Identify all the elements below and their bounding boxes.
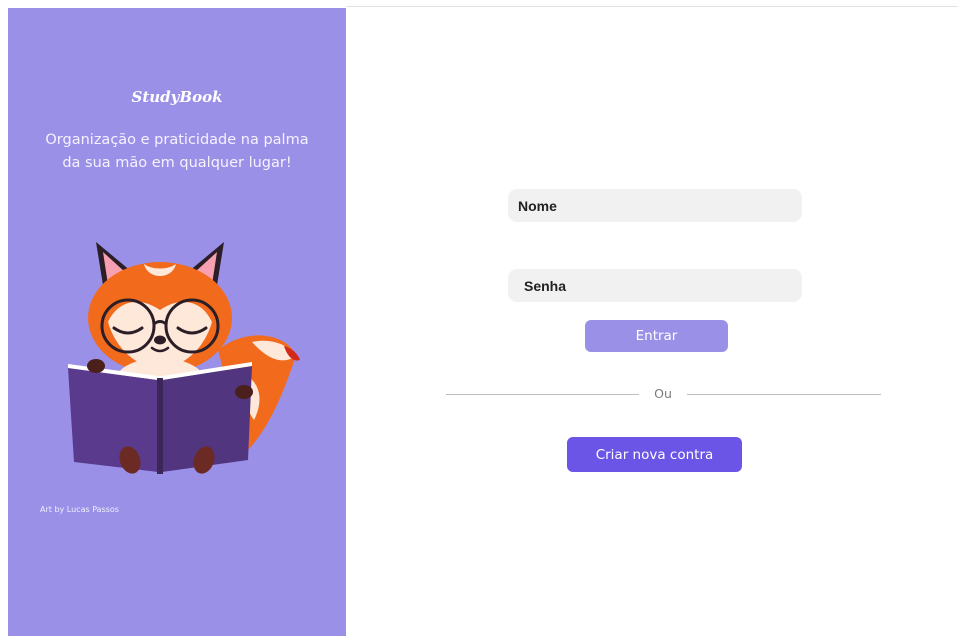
book-icon (68, 362, 252, 474)
brand-tagline: Organização e praticidade na palma da su… (45, 132, 309, 171)
login-page: StudyBook Organização e praticidade na p… (0, 0, 958, 636)
divider-line-right (687, 394, 881, 395)
art-credit: Art by Lucas Passos (40, 505, 119, 514)
brand-panel: StudyBook Organização e praticidade na p… (8, 8, 346, 636)
top-border (346, 6, 958, 7)
brand-logo: StudyBook (131, 88, 223, 106)
name-input-label: Nome (518, 197, 557, 214)
password-input-label: Senha (524, 277, 567, 294)
divider-text: Ou (654, 386, 672, 401)
name-input[interactable]: Nome (508, 189, 802, 222)
fox-reading-book-illustration (68, 242, 300, 474)
password-input[interactable]: Senha (508, 269, 802, 302)
divider-line-left (446, 394, 639, 395)
enter-button[interactable]: Entrar (585, 320, 728, 352)
create-account-button[interactable]: Criar nova contra (567, 437, 742, 472)
